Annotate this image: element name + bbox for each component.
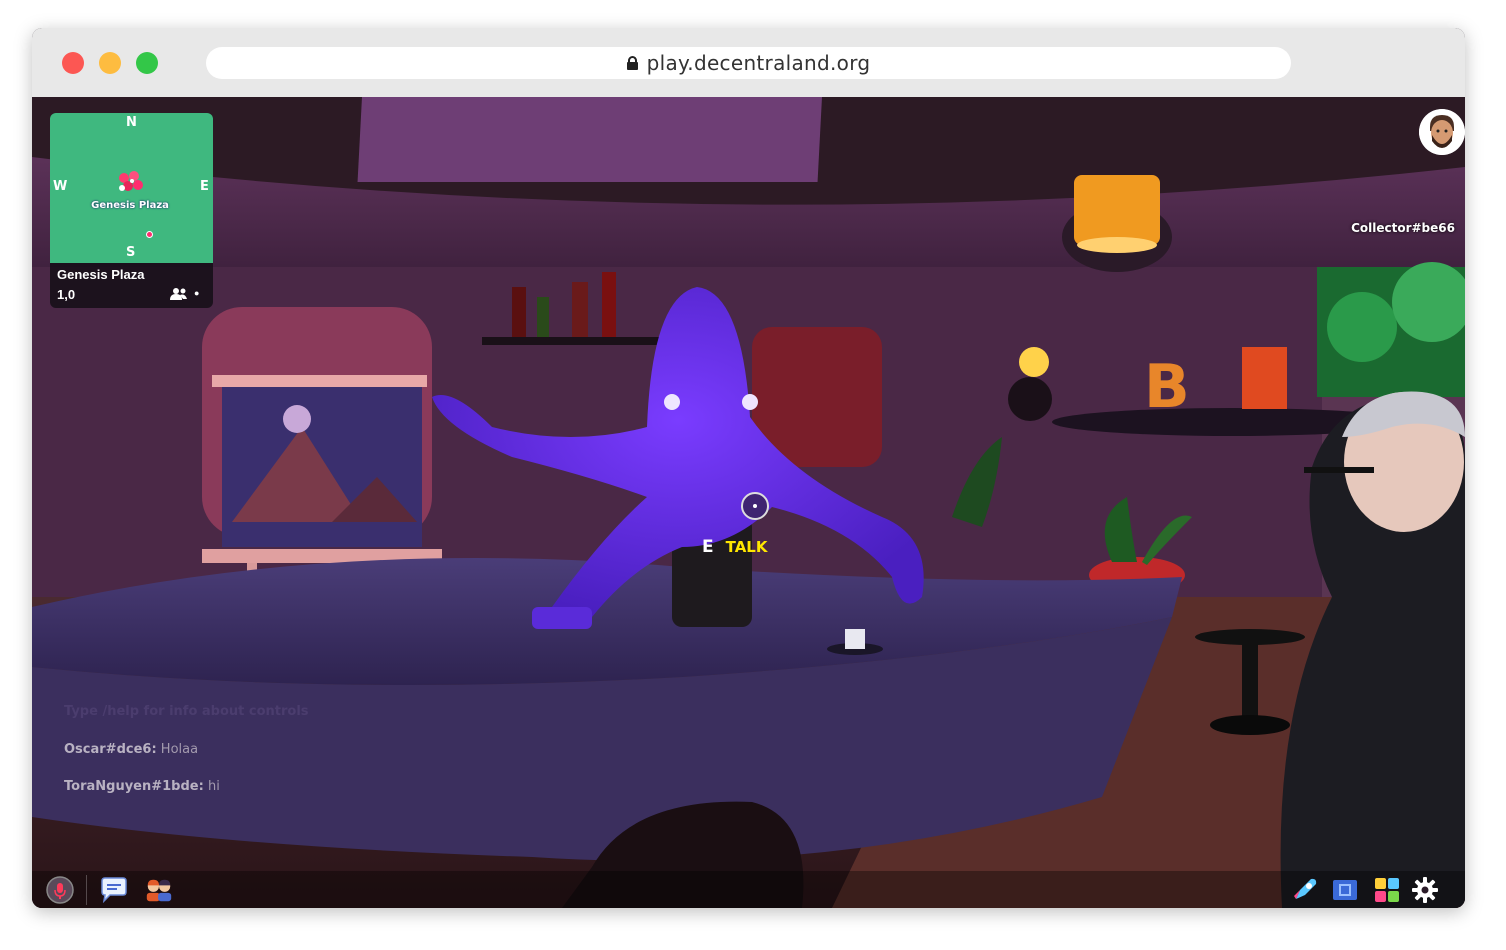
builder-icon	[1333, 880, 1357, 900]
minimize-window-button[interactable]	[99, 52, 121, 74]
builder-button[interactable]	[1330, 875, 1360, 905]
chat-panel: Type /help for info about controls Oscar…	[64, 704, 309, 816]
interaction-action: TALK	[725, 538, 768, 556]
address-bar[interactable]: play.decentraland.org	[206, 47, 1291, 79]
location-name: Genesis Plaza	[57, 267, 145, 282]
player-position-marker	[146, 231, 153, 238]
chat-button[interactable]	[99, 875, 129, 905]
close-window-button[interactable]	[62, 52, 84, 74]
compass-east: E	[200, 179, 209, 194]
microphone-button[interactable]	[45, 875, 75, 905]
minimap[interactable]: N S W E Genesis Plaza Genesis Plaza 1,0 …	[50, 113, 213, 308]
friends-icon	[146, 879, 172, 902]
genesis-plaza-icon	[119, 171, 143, 191]
chat-message: Oscar#dce6: Holaa	[64, 742, 309, 757]
backpack-icon	[1375, 878, 1399, 902]
chevron-down-icon[interactable]: ●	[194, 288, 199, 298]
maximize-window-button[interactable]	[136, 52, 158, 74]
interaction-prompt[interactable]: E TALK	[702, 537, 767, 557]
settings-icon	[1412, 877, 1438, 903]
toolbar-divider	[86, 875, 87, 905]
game-viewport[interactable]: B N S W E Genesis Plaza Genesis Plaza 1,…	[32, 97, 1465, 908]
microphone-icon	[46, 876, 74, 904]
minimap-plaza-label: Genesis Plaza	[91, 200, 169, 211]
chat-icon	[101, 877, 127, 903]
chat-message-text: hi	[207, 779, 220, 794]
player-nameplate: Collector#be66	[1351, 221, 1455, 235]
chat-hint: Type /help for info about controls	[64, 704, 309, 719]
users-icon[interactable]	[170, 287, 188, 301]
compass-west: W	[53, 179, 68, 194]
browser-titlebar: play.decentraland.org	[32, 28, 1465, 97]
friends-button[interactable]	[144, 875, 174, 905]
lock-icon	[626, 56, 638, 70]
settings-button[interactable]	[1410, 875, 1440, 905]
chat-message-user: Oscar#dce6:	[64, 742, 157, 757]
backpack-button[interactable]	[1372, 875, 1402, 905]
location-coordinates: 1,0	[57, 287, 76, 302]
avatar-icon	[1419, 109, 1465, 155]
url-text: play.decentraland.org	[646, 51, 871, 75]
explore-button[interactable]	[1290, 875, 1320, 905]
interaction-key: E	[702, 537, 714, 557]
chat-message-user: ToraNguyen#1bde:	[64, 779, 204, 794]
bottom-toolbar	[32, 871, 1465, 908]
crosshair-icon	[741, 492, 769, 520]
chat-message: ToraNguyen#1bde: hi	[64, 779, 309, 794]
compass-north: N	[126, 115, 137, 130]
compass-south: S	[126, 245, 136, 260]
chat-message-text: Holaa	[160, 742, 199, 757]
svg-text:B: B	[1144, 352, 1190, 422]
profile-avatar-button[interactable]	[1419, 109, 1465, 155]
browser-window: play.decentraland.org B N S W E Genesis …	[32, 28, 1465, 908]
explore-icon	[1294, 878, 1317, 899]
minimap-map[interactable]: N S W E Genesis Plaza	[50, 113, 213, 263]
